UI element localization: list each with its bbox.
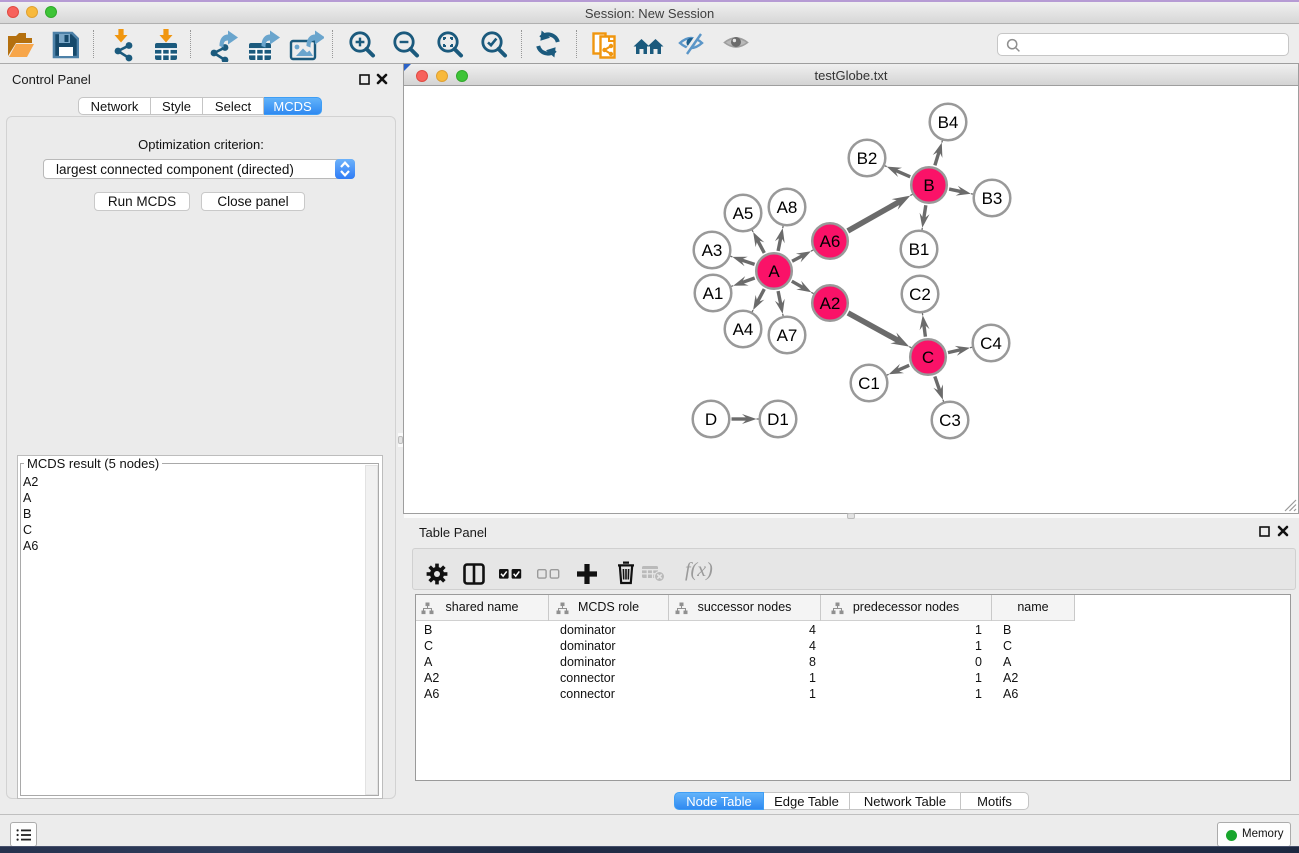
svg-text:A3: A3 [702, 241, 723, 260]
svg-text:A5: A5 [733, 204, 754, 223]
svg-text:B4: B4 [938, 113, 959, 132]
svg-text:A1: A1 [703, 284, 724, 303]
svg-text:A2: A2 [820, 294, 841, 313]
svg-text:C3: C3 [939, 411, 961, 430]
svg-text:C2: C2 [909, 285, 931, 304]
svg-text:A: A [768, 262, 780, 281]
svg-text:A4: A4 [733, 320, 754, 339]
svg-text:C4: C4 [980, 334, 1002, 353]
svg-text:A7: A7 [777, 326, 798, 345]
svg-text:A8: A8 [777, 198, 798, 217]
svg-text:C: C [922, 348, 934, 367]
svg-text:A6: A6 [820, 232, 841, 251]
svg-text:D: D [705, 410, 717, 429]
svg-text:B1: B1 [909, 240, 930, 259]
svg-text:D1: D1 [767, 410, 789, 429]
svg-text:B: B [923, 176, 934, 195]
svg-text:B3: B3 [982, 189, 1003, 208]
svg-text:B2: B2 [857, 149, 878, 168]
svg-text:C1: C1 [858, 374, 880, 393]
